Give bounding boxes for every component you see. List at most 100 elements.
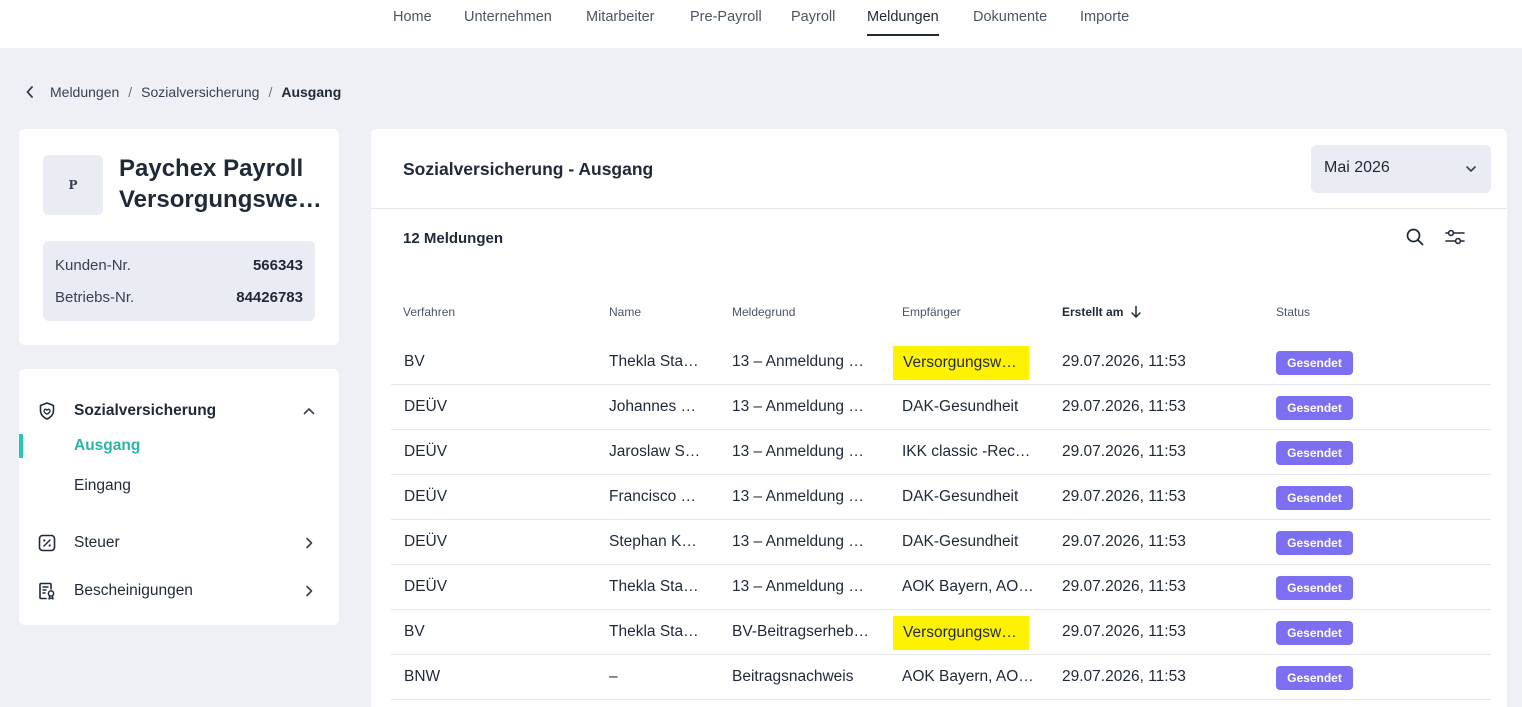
table-row[interactable]: BV Thekla Sta… 13 – Anmeldung … Versorgungs… (391, 340, 1491, 385)
cell-verfahren: DEÜV (404, 398, 448, 415)
month-select[interactable]: Mai 2026 (1311, 145, 1491, 193)
cell-name: Thekla Sta… (609, 578, 699, 595)
company-ids: Kunden-Nr. 566343 Betriebs-Nr. 84426783 (43, 241, 315, 321)
menu-bescheinigungen[interactable]: Bescheinigungen (19, 576, 339, 606)
nav-item-home[interactable]: Home (393, 0, 432, 36)
cell-erstellt: 29.07.2026, 11:53 (1062, 533, 1186, 550)
month-select-value: Mai 2026 (1324, 159, 1390, 176)
menu-label-steuer: Steuer (74, 534, 120, 551)
business-number-value: 84426783 (236, 288, 303, 306)
breadcrumb-separator: / (268, 84, 273, 100)
company-name-line2: Versorgungswer… (119, 186, 324, 213)
nav-item-dokumente[interactable]: Dokumente (973, 0, 1047, 36)
cell-meldegrund: 13 – Anmeldung … (732, 533, 864, 550)
submenu-label-eingang: Eingang (74, 477, 131, 494)
cell-erstellt: 29.07.2026, 11:53 (1062, 668, 1186, 685)
cell-erstellt: 29.07.2026, 11:53 (1062, 443, 1186, 460)
company-card: P Paychex Payroll Versorgungswer… Kunden… (19, 129, 339, 345)
nav-item-unternehmen[interactable]: Unternehmen (464, 0, 552, 36)
customer-number-value: 566343 (252, 256, 303, 274)
main-panel: Sozialversicherung - Ausgang Mai 2026 12… (371, 129, 1507, 707)
status-badge: Gesendet (1276, 441, 1353, 465)
cell-name: Jaroslaw S… (609, 443, 701, 460)
menu-steuer[interactable]: Steuer (19, 528, 339, 558)
nav-item-payroll[interactable]: Payroll (791, 0, 835, 36)
customer-number-row: Kunden-Nr. 566343 (55, 253, 303, 277)
column-header-empfaenger[interactable]: Empfänger (902, 305, 961, 319)
cell-name: – (609, 668, 618, 685)
submenu-eingang[interactable]: Eingang (19, 472, 339, 500)
customer-number-label: Kunden-Nr. (55, 256, 131, 274)
chevron-up-icon[interactable] (301, 403, 317, 419)
breadcrumb-separator: / (128, 84, 133, 100)
table-row[interactable]: DEÜV Stephan K… 13 – Anmeldung … DAK-Gesund… (391, 520, 1491, 565)
company-name-line1: Paychex Payroll (119, 155, 304, 182)
cell-erstellt: 29.07.2026, 11:53 (1062, 353, 1186, 370)
cell-name: Thekla Sta… (609, 623, 699, 640)
cell-empfaenger: AOK Bayern, AO… (902, 578, 1034, 595)
table-row[interactable]: DEÜV Thekla Sta… 13 – Anmeldung … AOK Bayer… (391, 565, 1491, 610)
nav-item-meldungen[interactable]: Meldungen (867, 0, 939, 36)
submenu-label-ausgang: Ausgang (74, 437, 141, 454)
chevron-right-icon[interactable] (301, 583, 317, 599)
side-menu: Sozialversicherung Ausgang Eingang Steue… (19, 369, 339, 625)
cell-empfaenger: Versorgungswer… (893, 346, 1029, 380)
breadcrumb-sozialversicherung[interactable]: Sozialversicherung (141, 84, 259, 100)
cell-erstellt: 29.07.2026, 11:53 (1062, 398, 1186, 415)
certificate-icon (36, 580, 58, 602)
cell-meldegrund: BV-Beitragserheb… (732, 623, 869, 640)
cell-empfaenger: DAK-Gesundheit (902, 488, 1019, 505)
table-row[interactable]: BNW – Beitragsnachweis AOK Bayern, AO… 29.07… (391, 655, 1491, 700)
breadcrumb: Meldungen / Sozialversicherung / Ausgang (26, 82, 341, 102)
cell-verfahren: BV (404, 623, 425, 640)
menu-sozialversicherung[interactable]: Sozialversicherung (19, 396, 339, 426)
company-name: Paychex Payroll Versorgungswer… (119, 153, 324, 215)
search-button[interactable] (1402, 226, 1428, 252)
column-header-status[interactable]: Status (1276, 305, 1310, 319)
cell-name: Thekla Sta… (609, 353, 699, 370)
cell-verfahren: DEÜV (404, 533, 448, 550)
column-header-meldegrund[interactable]: Meldegrund (732, 305, 795, 319)
cell-erstellt: 29.07.2026, 11:53 (1062, 488, 1186, 505)
sort-descending-icon[interactable] (1129, 305, 1143, 319)
status-badge: Gesendet (1276, 486, 1353, 510)
chevron-right-icon[interactable] (301, 535, 317, 551)
business-number-label: Betriebs-Nr. (55, 288, 135, 306)
breadcrumb-meldungen[interactable]: Meldungen (50, 84, 119, 100)
nav-item-importe[interactable]: Importe (1080, 0, 1129, 36)
top-navigation: Home Unternehmen Mitarbeiter Pre-Payroll… (0, 0, 1522, 48)
cell-meldegrund: 13 – Anmeldung … (732, 578, 864, 595)
column-header-verfahren[interactable]: Verfahren (403, 305, 455, 319)
chevron-down-icon (1463, 161, 1479, 177)
breadcrumb-current: Ausgang (281, 84, 342, 100)
cell-verfahren: BV (404, 353, 425, 370)
table-row[interactable]: BV Thekla Sta… BV-Beitragserheb… Versorgung… (391, 610, 1491, 655)
cell-verfahren: DEÜV (404, 443, 448, 460)
company-logo: P (43, 155, 103, 215)
cell-name: Francisco … (609, 488, 696, 505)
cell-empfaenger: DAK-Gesundheit (902, 533, 1019, 550)
table-row[interactable]: DEÜV Francisco … 13 – Anmeldung … DAK-Gesun… (391, 475, 1491, 520)
cell-empfaenger: IKK classic -Rec… (902, 443, 1031, 460)
cell-meldegrund: 13 – Anmeldung … (732, 488, 864, 505)
table-row[interactable]: DEÜV Jaroslaw S… 13 – Anmeldung … IKK class… (391, 430, 1491, 475)
cell-verfahren: DEÜV (404, 578, 448, 595)
page-title: Sozialversicherung - Ausgang (403, 159, 654, 179)
submenu-ausgang[interactable]: Ausgang (19, 432, 339, 460)
column-header-name[interactable]: Name (609, 305, 641, 319)
status-badge: Gesendet (1276, 351, 1353, 375)
column-header-erstellt-am[interactable]: Erstellt am (1062, 305, 1123, 319)
nav-item-mitarbeiter[interactable]: Mitarbeiter (586, 0, 655, 36)
back-chevron-icon[interactable] (26, 82, 40, 102)
filter-button[interactable] (1442, 226, 1468, 252)
status-badge: Gesendet (1276, 576, 1353, 600)
cell-erstellt: 29.07.2026, 11:53 (1062, 623, 1186, 640)
cell-name: Johannes … (609, 398, 697, 415)
nav-item-pre-payroll[interactable]: Pre-Payroll (690, 0, 762, 36)
cell-meldegrund: Beitragsnachweis (732, 668, 854, 685)
cell-meldegrund: 13 – Anmeldung … (732, 443, 864, 460)
shield-icon (36, 400, 58, 422)
menu-label-bescheinigungen: Bescheinigungen (74, 582, 193, 599)
business-number-row: Betriebs-Nr. 84426783 (55, 285, 303, 309)
table-row[interactable]: DEÜV Johannes … 13 – Anmeldung … DAK-Gesund… (391, 385, 1491, 430)
